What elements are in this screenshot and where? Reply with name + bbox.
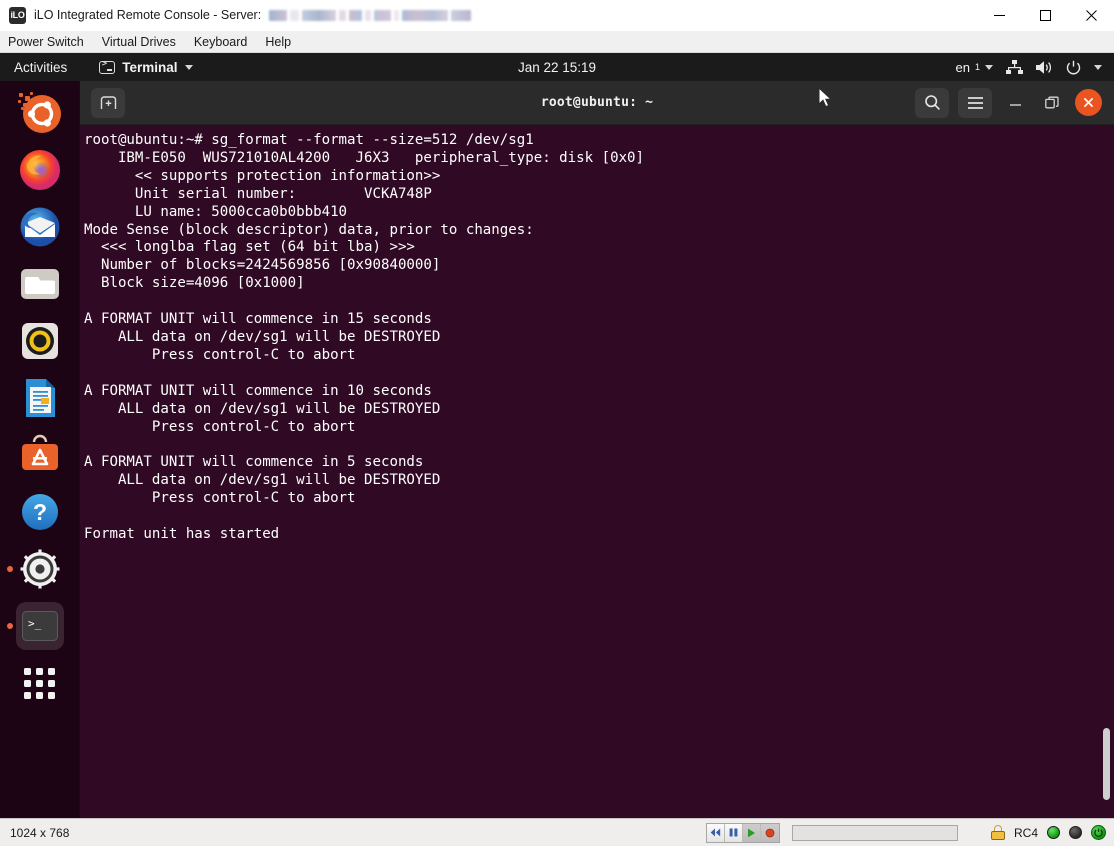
remote-console-viewport[interactable]: Activities Terminal Jan 22 15:19 en1 [0,53,1114,818]
mouse-cursor [818,87,833,109]
ilo-statusbar: 1024 x 768 RC4 [0,818,1114,846]
menu-help[interactable]: Help [256,31,300,53]
search-icon [924,95,940,110]
app-menu-terminal[interactable]: Terminal [99,59,193,75]
files-icon [20,269,59,299]
settings-icon [20,549,59,589]
window-titlebar: iLO iLO Integrated Remote Console - Serv… [0,0,1114,31]
ubuntu-software-icon [21,434,58,470]
menu-virtual-drives[interactable]: Virtual Drives [93,31,185,53]
terminal-icon [99,59,116,74]
firefox-icon [19,150,60,190]
ilo-logo-icon: iLO [9,6,26,24]
lock-icon [990,825,1005,840]
gnome-top-panel: Activities Terminal Jan 22 15:19 en1 [0,53,1114,81]
menu-button[interactable] [958,87,992,118]
terminal-output-text: root@ubuntu:~# sg_format --format --size… [84,132,645,542]
rewind-icon [710,828,721,837]
rewind-button[interactable] [707,823,725,842]
rhythmbox-icon [21,323,58,359]
terminal-output-area[interactable]: root@ubuntu:~# sg_format --format --size… [80,125,1114,818]
volume-icon[interactable] [1036,60,1053,75]
svg-text:>_: >_ [28,617,42,630]
terminal-header-bar: root@ubuntu: ~ [80,81,1114,125]
window-title-text: iLO Integrated Remote Console - Server: [34,7,262,22]
dock-item-libreoffice-writer[interactable] [16,374,64,422]
media-button-group [706,822,780,843]
help-icon: ? [21,494,58,530]
terminal-header-left [91,87,125,118]
keyboard-layout-label: en [955,59,970,75]
minimize-icon [1009,104,1021,106]
new-tab-icon [100,96,116,109]
close-icon [1083,97,1094,108]
thunderbird-icon [20,207,59,247]
dock-item-firefox[interactable] [16,146,64,194]
minimize-button[interactable] [976,0,1022,31]
menu-power-switch[interactable]: Power Switch [0,31,93,53]
svg-text:?: ? [32,499,46,525]
restore-icon [1045,96,1059,108]
chevron-down-icon[interactable] [1094,64,1102,70]
dock-item-thunderbird[interactable] [16,203,64,251]
media-controls [706,822,958,843]
redacted-server-name [268,8,474,22]
statusbar-right: RC4 [990,825,1106,840]
power-icon[interactable] [1066,60,1081,75]
chevron-down-icon [985,64,993,70]
maximize-button[interactable] [1022,0,1068,31]
system-tray: en 1 [956,59,1114,75]
resolution-label: 1024 x 768 [10,825,70,840]
record-button[interactable] [761,823,779,842]
status-led-inactive [1069,826,1082,839]
search-button[interactable] [915,87,949,118]
dock-item-show-applications[interactable] [16,659,64,707]
pause-button[interactable] [725,823,743,842]
network-icon[interactable] [1006,59,1023,75]
record-icon [765,828,775,837]
dock-item-ubuntu-software[interactable] [16,431,64,479]
terminal-close-button[interactable] [1075,89,1102,116]
keyboard-layout-indicator[interactable]: en 1 [956,60,993,75]
chevron-down-icon [184,64,193,70]
status-led-green [1047,826,1060,839]
play-icon [748,828,755,837]
terminal-icon: >_ [21,611,58,641]
keyboard-layout-index: 1 [974,62,980,72]
libreoffice-writer-icon [25,379,55,417]
close-button[interactable] [1068,0,1114,31]
window-title: iLO Integrated Remote Console - Server: [34,8,474,23]
ubuntu-logo-icon [17,92,61,133]
dock-item-ubuntu[interactable] [16,89,64,137]
ilo-menubar: Power Switch Virtual Drives Keyboard Hel… [0,31,1114,53]
activities-button[interactable]: Activities [0,60,67,75]
hamburger-menu-icon [967,96,983,109]
dock-item-settings[interactable] [6,545,64,593]
menu-keyboard[interactable]: Keyboard [185,31,257,53]
terminal-minimize-button[interactable] [1001,89,1029,117]
recording-progress-bar[interactable] [792,824,958,841]
window-controls [976,0,1114,31]
show-applications-icon [24,667,55,699]
ubuntu-dock: ? >_ [0,81,80,818]
terminal-scrollbar[interactable] [1103,728,1110,800]
dock-item-rhythmbox[interactable] [16,317,64,365]
terminal-header-right [915,87,1114,118]
dock-item-terminal[interactable]: >_ [6,602,64,650]
encryption-label: RC4 [1013,825,1038,840]
running-indicator-dot [6,623,13,629]
dock-item-help[interactable]: ? [16,488,64,536]
power-status-led[interactable] [1091,825,1106,840]
running-indicator-dot [6,566,13,572]
new-tab-button[interactable] [91,87,125,118]
app-menu-label: Terminal [122,59,178,75]
ilo-remote-console-window: iLO iLO Integrated Remote Console - Serv… [0,0,1114,846]
terminal-restore-button[interactable] [1038,89,1066,117]
play-button[interactable] [743,823,761,842]
dock-item-files[interactable] [16,260,64,308]
terminal-window: root@ubuntu: ~ root@ubuntu:~# sg_format … [80,81,1114,818]
pause-icon [729,828,738,837]
